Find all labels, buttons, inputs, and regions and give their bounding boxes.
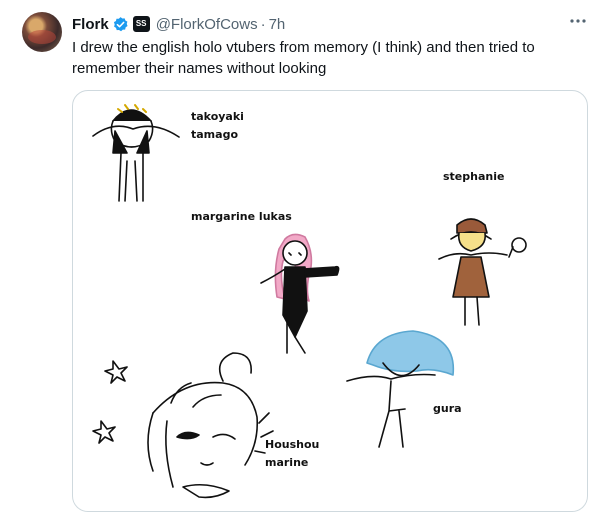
tweet-header: Flork SS @FlorkOfCows · 7h [72, 13, 285, 35]
tweet-text: I drew the english holo vtubers from mem… [72, 39, 535, 77]
more-options-icon[interactable] [568, 14, 588, 28]
figure-gura [346, 330, 455, 448]
label-gura: gura [433, 402, 462, 415]
drawing-image [92, 104, 527, 499]
figure-takoyaki [92, 104, 180, 202]
label-houshou-line1: Houshou [265, 438, 320, 451]
label-takoyaki-line2: tamago [191, 128, 238, 141]
label-houshou-line2: marine [265, 456, 309, 469]
author-name[interactable]: Flork [72, 16, 109, 33]
verified-badge-icon [113, 16, 128, 31]
tweet-card[interactable]: Flork SS @FlorkOfCows · 7h I drew the en… [0, 0, 602, 516]
tweet-media[interactable]: takoyaki tamago stephanie margarine luka… [72, 90, 588, 512]
figure-margarine [260, 233, 340, 354]
label-margarine: margarine lukas [191, 210, 292, 223]
separator-dot: · [260, 15, 266, 33]
label-takoyaki-line1: takoyaki [191, 110, 244, 123]
avatar[interactable] [22, 12, 62, 52]
affiliate-badge[interactable]: SS [132, 16, 150, 32]
timestamp[interactable]: 7h [269, 16, 286, 33]
figure-houshou [92, 352, 274, 499]
figure-stephanie [438, 218, 527, 326]
author-handle[interactable]: @FlorkOfCows [156, 16, 258, 33]
label-stephanie: stephanie [443, 170, 505, 183]
